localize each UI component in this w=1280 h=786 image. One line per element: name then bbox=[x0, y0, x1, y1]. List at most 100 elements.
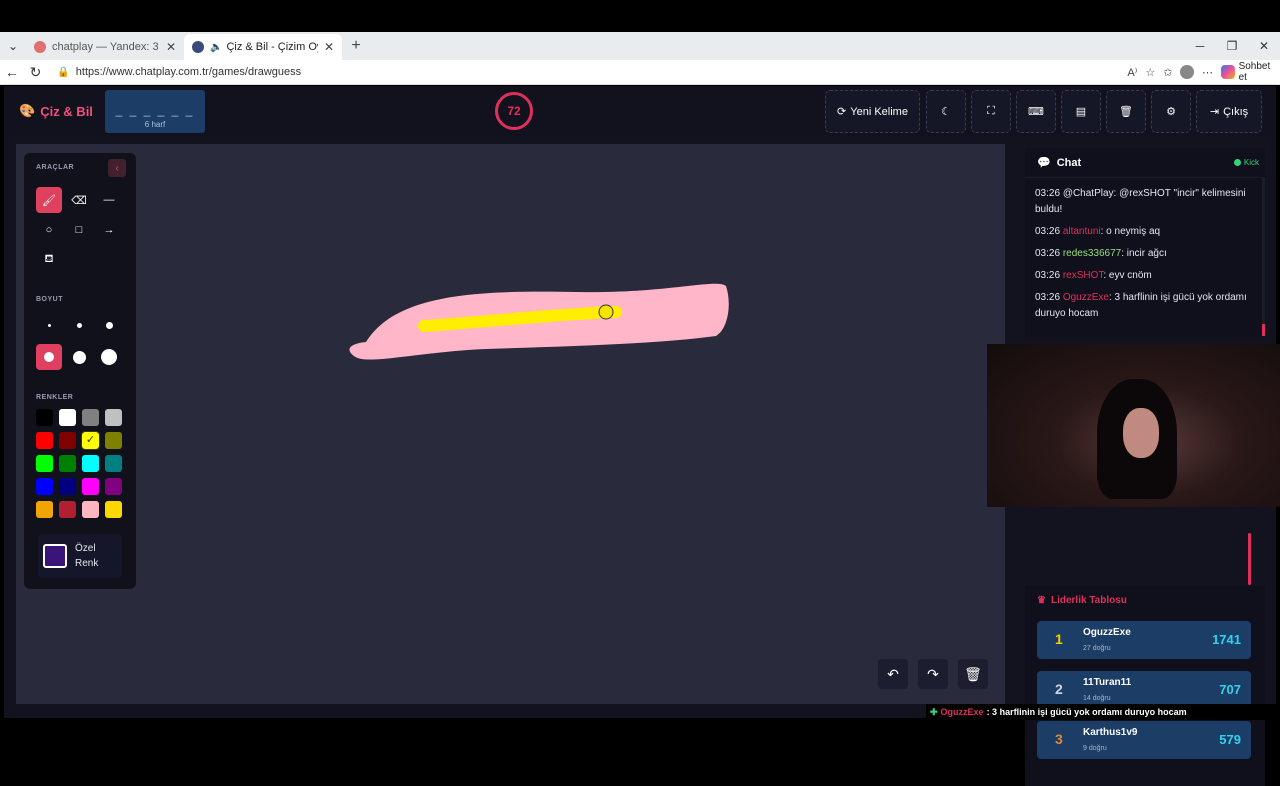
reload-icon[interactable]: ↻ bbox=[24, 64, 48, 81]
colors-section-label: RENKLER bbox=[36, 394, 74, 401]
leaderboard-row: 1 OguzzExe 27 doğru 1741 bbox=[1037, 621, 1251, 659]
player-score: 1741 bbox=[1212, 632, 1241, 647]
chat-scrollbar[interactable] bbox=[1262, 178, 1265, 336]
color-swatch[interactable] bbox=[36, 478, 53, 495]
word-length: 6 harf bbox=[144, 120, 166, 129]
drawing-canvas[interactable] bbox=[16, 144, 1005, 704]
close-tab-icon[interactable]: ✕ bbox=[166, 40, 176, 54]
color-swatch[interactable] bbox=[36, 432, 53, 449]
dark-mode-button[interactable]: ☾ bbox=[926, 90, 966, 133]
color-swatch[interactable] bbox=[59, 432, 76, 449]
refresh-icon: ⟳ bbox=[837, 106, 847, 118]
color-swatch[interactable] bbox=[105, 501, 122, 518]
custom-color-button[interactable]: Özel Renk bbox=[38, 534, 122, 578]
chat-message: 03:26 altantuni: o neymiş aq bbox=[1035, 224, 1255, 240]
size-xs[interactable] bbox=[36, 312, 62, 338]
ticker-user: OguzzExe bbox=[940, 707, 984, 717]
color-swatch[interactable] bbox=[59, 409, 76, 426]
chat-username[interactable]: altantuni bbox=[1063, 226, 1101, 237]
new-tab-button[interactable]: + bbox=[342, 37, 370, 55]
keyboard-icon: ⌨ bbox=[1028, 106, 1044, 118]
chat-time: 03:26 bbox=[1035, 248, 1061, 259]
kick-status: Kick bbox=[1233, 158, 1259, 167]
circle-icon: ○ bbox=[45, 224, 53, 236]
tab-yandex[interactable]: chatplay — Yandex: 3 bin sonuç bulundu ✕ bbox=[26, 34, 184, 60]
brush-tool[interactable]: 🖌 bbox=[36, 187, 62, 213]
eraser-tool[interactable]: ⌫ bbox=[66, 187, 92, 213]
fullscreen-button[interactable]: ⛶ bbox=[971, 90, 1011, 133]
leaderboard-panel: ♛ Liderlik Tablosu 1 OguzzExe 27 doğru 1741… bbox=[1025, 586, 1265, 786]
color-swatch[interactable] bbox=[105, 409, 122, 426]
color-swatch[interactable] bbox=[105, 432, 122, 449]
size-xl[interactable] bbox=[66, 344, 92, 370]
new-word-button[interactable]: ⟳ Yeni Kelime bbox=[825, 90, 920, 133]
leaderboard-title: ♛ Liderlik Tablosu bbox=[1037, 595, 1127, 606]
minimize-icon[interactable]: ─ bbox=[1184, 32, 1216, 60]
size-m[interactable] bbox=[96, 312, 122, 338]
arrow-tool[interactable]: → bbox=[96, 217, 122, 243]
color-swatch[interactable] bbox=[36, 409, 53, 426]
circle-tool[interactable]: ○ bbox=[36, 217, 62, 243]
address-bar-row: ← ↻ 🔒 https://www.chatplay.com.tr/games/… bbox=[0, 60, 1280, 85]
delete-button[interactable]: 🗑 bbox=[1106, 90, 1146, 133]
leaderboard-row: 3 Karthus1v9 9 doğru 579 bbox=[1037, 721, 1251, 759]
line-tool[interactable]: — bbox=[96, 187, 122, 213]
more-icon[interactable]: ⋯ bbox=[1202, 66, 1213, 79]
streamer-webcam bbox=[987, 344, 1280, 507]
size-xxl[interactable] bbox=[96, 344, 122, 370]
rectangle-tool[interactable]: □ bbox=[66, 217, 92, 243]
archive-button[interactable]: ▤ bbox=[1061, 90, 1101, 133]
color-swatch[interactable]: ✓ bbox=[81, 431, 100, 450]
color-swatch[interactable] bbox=[105, 478, 122, 495]
rank: 2 bbox=[1055, 681, 1063, 697]
gear-icon: ⚙ bbox=[1166, 106, 1176, 118]
archive-icon: ▤ bbox=[1075, 106, 1087, 118]
color-swatch[interactable] bbox=[36, 455, 53, 472]
color-swatch[interactable] bbox=[82, 501, 99, 518]
read-aloud-icon[interactable]: A⁾ bbox=[1127, 66, 1137, 79]
tab-actions-chevron-icon[interactable]: ⌄ bbox=[0, 32, 26, 60]
color-swatch[interactable] bbox=[36, 501, 53, 518]
color-swatch[interactable] bbox=[82, 409, 99, 426]
undo-button[interactable]: ↶ bbox=[878, 659, 908, 689]
chat-bubbles-icon: 💬 bbox=[1037, 157, 1051, 169]
leaderboard-scrollbar[interactable] bbox=[1248, 533, 1251, 585]
color-swatch[interactable] bbox=[82, 455, 99, 472]
yandex-favicon-icon bbox=[34, 41, 46, 53]
eraser-icon: ⌫ bbox=[71, 194, 87, 207]
color-swatch[interactable] bbox=[59, 455, 76, 472]
keyboard-button[interactable]: ⌨ bbox=[1016, 90, 1056, 133]
fill-tool[interactable]: ⛾ bbox=[36, 247, 62, 273]
settings-button[interactable]: ⚙ bbox=[1151, 90, 1191, 133]
color-swatch[interactable] bbox=[59, 478, 76, 495]
clear-canvas-button[interactable]: 🗑 bbox=[958, 659, 988, 689]
chat-username[interactable]: redes336677 bbox=[1063, 248, 1121, 259]
back-icon[interactable]: ← bbox=[0, 64, 24, 80]
favorites-icon[interactable]: ✩ bbox=[1163, 66, 1172, 79]
status-dot-icon bbox=[1233, 159, 1241, 166]
restore-icon[interactable]: ❐ bbox=[1216, 32, 1248, 60]
exit-button[interactable]: ⇥ Çıkış bbox=[1196, 90, 1262, 133]
chat-text: @ChatPlay: @rexSHOT "incir" kelimesini b… bbox=[1035, 188, 1246, 215]
chat-panel: 💬 Chat Kick 03:26 @ChatPlay: @rexSHOT "i… bbox=[1025, 148, 1265, 338]
size-section-label: BOYUT bbox=[36, 296, 63, 303]
collapse-panel-button[interactable]: ‹ bbox=[108, 159, 126, 177]
lock-icon: 🔒 bbox=[57, 66, 70, 78]
redo-button[interactable]: ↷ bbox=[918, 659, 948, 689]
color-swatch[interactable] bbox=[105, 455, 122, 472]
chat-username[interactable]: OguzzExe bbox=[1063, 292, 1109, 303]
size-s[interactable] bbox=[66, 312, 92, 338]
close-tab-icon[interactable]: ✕ bbox=[324, 40, 334, 54]
tab-drawguess[interactable]: 🔈 Çiz & Bil - Çizim Oyunu ✕ bbox=[184, 34, 342, 60]
color-swatch[interactable] bbox=[82, 478, 99, 495]
size-l[interactable] bbox=[36, 344, 62, 370]
copilot-button[interactable]: Sohbet et bbox=[1221, 61, 1280, 83]
favorite-star-icon[interactable]: ☆ bbox=[1145, 66, 1155, 79]
profile-avatar[interactable] bbox=[1180, 65, 1195, 79]
color-swatch[interactable] bbox=[59, 501, 76, 518]
chat-username[interactable]: rexSHOT bbox=[1063, 270, 1104, 281]
tool-panel: ARAÇLAR ‹ 🖌 ⌫ — ○ □ → ⛾ BOYUT RENKLER ✓ … bbox=[24, 153, 136, 589]
speaker-icon[interactable]: 🔈 bbox=[210, 42, 222, 53]
url-field[interactable]: 🔒 https://www.chatplay.com.tr/games/draw… bbox=[57, 62, 1127, 83]
close-window-icon[interactable]: ✕ bbox=[1248, 32, 1280, 60]
